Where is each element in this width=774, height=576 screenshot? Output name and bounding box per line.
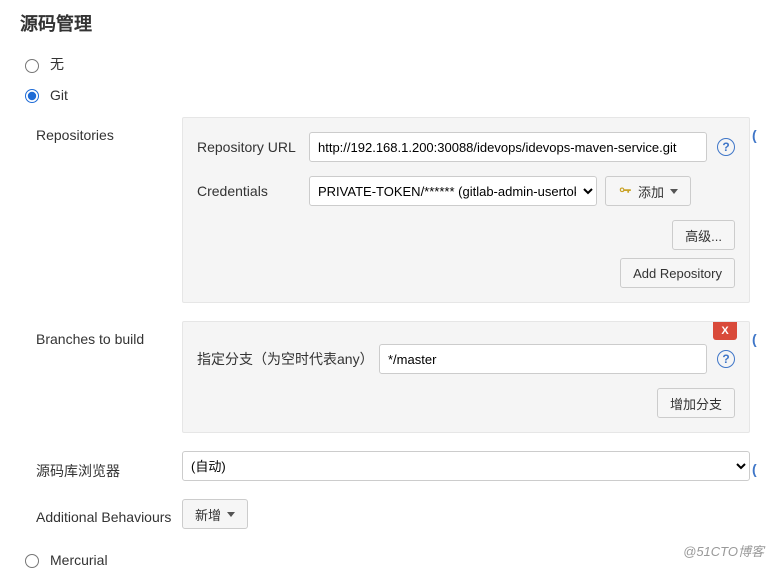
chevron-down-icon: [670, 189, 678, 194]
add-behaviour-label: 新增: [195, 505, 221, 524]
credentials-label: Credentials: [197, 183, 299, 199]
scm-option-none[interactable]: 无: [20, 50, 774, 78]
outer-help: (: [750, 117, 770, 143]
key-icon: [618, 184, 632, 198]
credentials-select[interactable]: PRIVATE-TOKEN/****** (gitlab-admin-usert…: [309, 176, 597, 206]
branch-spec-input[interactable]: [379, 344, 707, 374]
repositories-panel: Repository URL ? Credentials PRIVATE-TOK…: [182, 117, 750, 303]
section-title: 源码管理: [20, 10, 774, 36]
add-branch-button[interactable]: 增加分支: [657, 388, 735, 418]
scm-label-git: Git: [50, 87, 68, 103]
advanced-button[interactable]: 高级...: [672, 220, 735, 250]
delete-branch-button[interactable]: X: [713, 322, 737, 340]
add-cred-label: 添加: [638, 182, 664, 201]
branches-label: Branches to build: [36, 321, 182, 347]
add-repository-button[interactable]: Add Repository: [620, 258, 735, 288]
scm-radio-git[interactable]: [25, 89, 39, 103]
help-icon[interactable]: ?: [717, 350, 735, 368]
repo-browser-select[interactable]: (自动): [182, 451, 750, 481]
outer-help: (: [750, 451, 770, 477]
chevron-down-icon: [227, 512, 235, 517]
scm-option-mercurial[interactable]: Mercurial: [20, 547, 774, 572]
branch-spec-label: 指定分支（为空时代表any）: [197, 349, 369, 369]
repo-url-input[interactable]: [309, 132, 707, 162]
repositories-label: Repositories: [36, 117, 182, 143]
repo-browser-label: 源码库浏览器: [36, 451, 182, 481]
behaviours-label: Additional Behaviours: [36, 499, 182, 525]
branches-panel: X 指定分支（为空时代表any） ? 增加分支: [182, 321, 750, 433]
scm-label-none: 无: [50, 54, 64, 74]
help-icon[interactable]: ?: [717, 138, 735, 156]
watermark: @51CTO博客: [683, 541, 764, 560]
scm-label-mercurial: Mercurial: [50, 552, 108, 568]
scm-radio-none[interactable]: [25, 59, 39, 73]
repo-url-label: Repository URL: [197, 139, 299, 155]
scm-option-git[interactable]: Git: [20, 82, 774, 107]
add-behaviour-button[interactable]: 新增: [182, 499, 248, 529]
add-credentials-button[interactable]: 添加: [605, 176, 691, 206]
outer-help: (: [750, 321, 770, 347]
